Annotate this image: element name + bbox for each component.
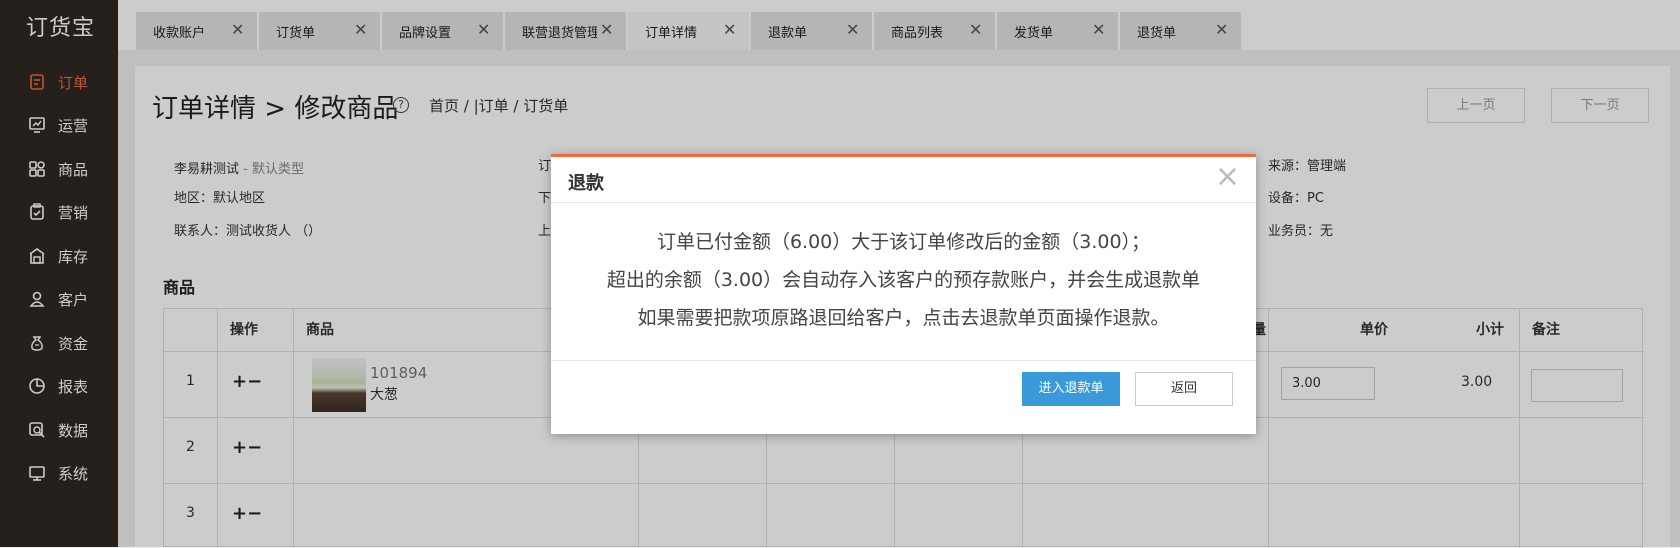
refund-dialog: 退款 × 订单已付金额（6.00）大于该订单修改后的金额（3.00）； 超出的余… bbox=[551, 154, 1256, 434]
close-icon[interactable]: × bbox=[1215, 159, 1240, 194]
dialog-message-line-3: 如果需要把款项原路退回给客户，点击去退款单页面操作退款。 bbox=[637, 307, 1170, 329]
enter-refund-order-button[interactable]: 进入退款单 bbox=[1022, 372, 1120, 406]
dialog-title: 退款 bbox=[568, 173, 604, 194]
back-button[interactable]: 返回 bbox=[1135, 372, 1233, 406]
dialog-message-line-2: 超出的余额（3.00）会自动存入该客户的预存款账户，并会生成退款单 bbox=[606, 269, 1201, 291]
dialog-message-line-1: 订单已付金额（6.00）大于该订单修改后的金额（3.00）； bbox=[656, 231, 1151, 253]
